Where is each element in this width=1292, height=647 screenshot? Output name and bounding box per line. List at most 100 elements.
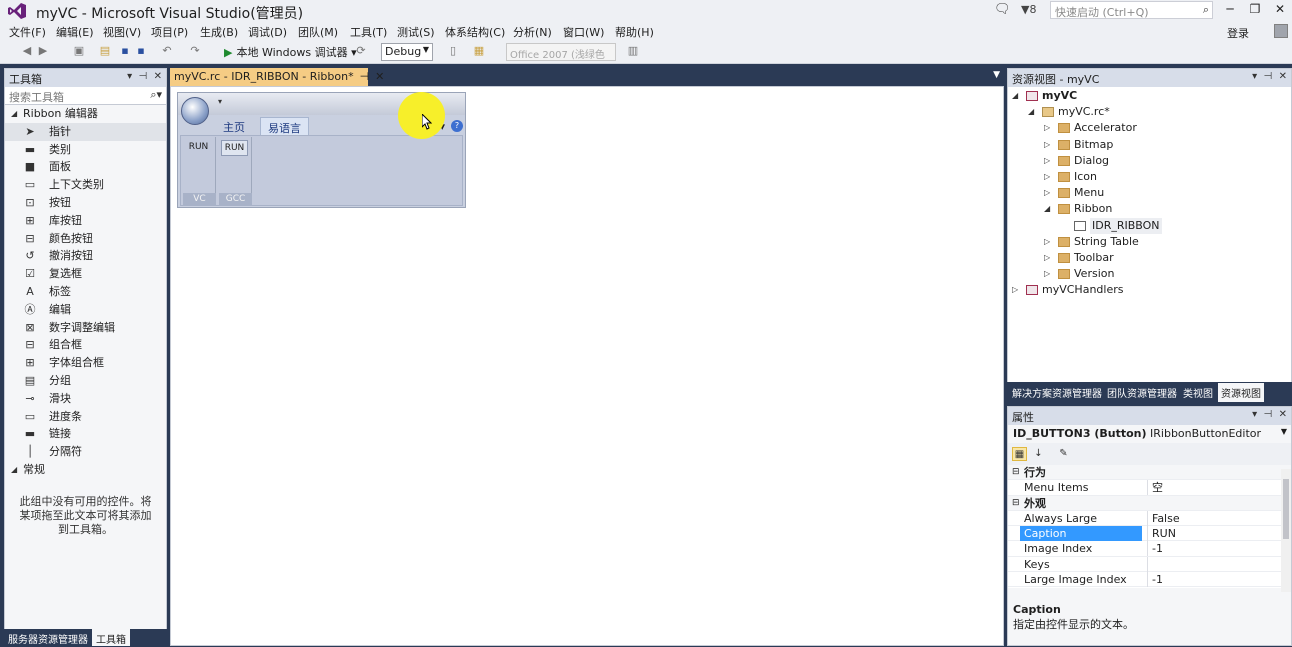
tree-node[interactable]: ▷ Bitmap — [1008, 137, 1291, 153]
undo-icon[interactable]: ↶ — [160, 44, 174, 58]
property-value[interactable]: RUN — [1147, 526, 1176, 542]
menu-edit[interactable]: 编辑(E) — [56, 24, 94, 40]
panel-controls[interactable]: ▾ ⊣ ✕ — [127, 71, 162, 82]
back-icon[interactable]: ◀ — [20, 44, 34, 58]
ribbon-panel-vc[interactable]: RUN VC — [183, 137, 216, 205]
toolbox-item[interactable]: A 标签 — [5, 283, 166, 301]
feedback-filter-badge[interactable]: ▼8 — [1021, 3, 1036, 16]
toolbox-item[interactable]: ▬ 链接 — [5, 425, 166, 443]
categorized-icon[interactable]: ▦ — [1012, 447, 1027, 461]
collapse-icon[interactable]: ⊟ — [1012, 465, 1020, 480]
ribbon-tab-home[interactable]: 主页 — [216, 117, 252, 135]
tree-node[interactable]: ▷ Menu — [1008, 185, 1291, 201]
property-value[interactable]: 空 — [1147, 480, 1163, 496]
save-all-icon[interactable]: ▪ — [134, 44, 148, 58]
document-tab-ribbon[interactable]: myVC.rc - IDR_RIBBON - Ribbon* ⊣ ✕ — [170, 68, 384, 86]
tree-node[interactable]: ▷ myVCHandlers — [1008, 282, 1291, 298]
toolbox-item[interactable]: ⊟ 颜色按钮 — [5, 230, 166, 248]
toolbox-item[interactable]: ▬ 类别 — [5, 141, 166, 159]
toolbox-item[interactable]: ⊸ 滑块 — [5, 390, 166, 408]
toolbox-item[interactable]: ▭ 上下文类别 — [5, 176, 166, 194]
tree-node[interactable]: ◢ myVC.rc* — [1008, 104, 1291, 120]
save-icon[interactable]: ▪ — [118, 44, 132, 58]
login-link[interactable]: 登录 — [1227, 25, 1249, 41]
menu-build[interactable]: 生成(B) — [200, 24, 238, 40]
tab-solution-explorer[interactable]: 解决方案资源管理器 — [1009, 383, 1105, 402]
ribbon-tab-easy-language[interactable]: 易语言 — [260, 117, 309, 135]
expand-triangle-icon[interactable]: ▷ — [1044, 137, 1050, 153]
tab-team-explorer[interactable]: 团队资源管理器 — [1104, 383, 1180, 402]
panel-controls[interactable]: ▾ ⊣ ✕ — [1252, 71, 1287, 82]
tab-toolbox[interactable]: 工具箱 — [92, 629, 130, 646]
property-row[interactable]: Keys — [1008, 556, 1291, 573]
tab-resource-view[interactable]: 资源视图 — [1218, 383, 1264, 402]
toolbox-item[interactable]: ▭ 进度条 — [5, 408, 166, 426]
property-value[interactable] — [1147, 556, 1152, 572]
forward-icon[interactable]: ▶ — [36, 44, 50, 58]
toolbox-search-input[interactable]: 搜索工具箱 ⌕▾ — [5, 87, 166, 105]
property-value[interactable]: False — [1147, 510, 1180, 526]
property-category[interactable]: ⊟ 外观 — [1008, 495, 1291, 511]
tree-node[interactable]: ▷ Version — [1008, 266, 1291, 282]
menu-tools[interactable]: 工具(T) — [350, 24, 387, 40]
pin-icon[interactable]: ⊣ — [360, 70, 370, 83]
menu-analyze[interactable]: 分析(N) — [513, 24, 552, 40]
new-project-icon[interactable]: ▣ — [72, 44, 86, 58]
redo-icon[interactable]: ↷ — [188, 44, 202, 58]
tree-node[interactable]: ◢ Ribbon — [1008, 201, 1291, 217]
alphabetical-icon[interactable]: ↓ — [1031, 447, 1046, 461]
ribbon-application-button[interactable] — [181, 97, 209, 125]
panel-controls[interactable]: ▾ ⊣ ✕ — [1252, 409, 1287, 420]
property-grid-scrollbar[interactable] — [1281, 469, 1291, 592]
toolbox-item[interactable]: ⊞ 库按钮 — [5, 212, 166, 230]
tree-node[interactable]: ▷ Toolbar — [1008, 250, 1291, 266]
toolbox-item[interactable]: ⊡ 按钮 — [5, 194, 166, 212]
property-value[interactable]: -1 — [1147, 541, 1163, 557]
find-in-files-icon[interactable]: ▯ — [446, 44, 460, 58]
ribbon-button-run-selected[interactable]: RUN — [221, 140, 248, 156]
close-tab-icon[interactable]: ✕ — [375, 70, 384, 83]
tree-node[interactable]: IDR_RIBBON — [1008, 217, 1291, 234]
toolbox-group-ribbon-editor[interactable]: ◢ Ribbon 编辑器 — [5, 105, 166, 123]
tab-server-explorer[interactable]: 服务器资源管理器 — [4, 629, 92, 646]
menu-test[interactable]: 测试(S) — [397, 24, 435, 40]
expand-triangle-icon[interactable]: ▷ — [1012, 282, 1018, 298]
toolbox-group-general[interactable]: ◢ 常规 — [5, 461, 166, 479]
close-button[interactable]: ✕ — [1267, 0, 1292, 20]
toolbox-item[interactable]: ➤ 指针 — [5, 122, 166, 141]
menu-architecture[interactable]: 体系结构(C) — [445, 24, 505, 40]
ribbon-designer-surface[interactable]: ▾ 主页 易语言 样式 ▾ ? RUN VC RUN GCC — [170, 86, 1004, 646]
expand-triangle-icon[interactable]: ▷ — [1044, 153, 1050, 169]
notification-icon[interactable]: 🗨 — [994, 2, 1011, 17]
start-debugging-button[interactable]: ▶ 本地 Windows 调试器 ▾ — [224, 44, 357, 60]
tree-node[interactable]: ▷ String Table — [1008, 234, 1291, 250]
property-value[interactable]: -1 — [1147, 572, 1163, 588]
toggle-grid-icon[interactable]: ▥ — [626, 44, 640, 58]
ribbon-style-select[interactable]: Office 2007 (浅绿色 — [506, 43, 616, 61]
tab-class-view[interactable]: 类视图 — [1180, 383, 1216, 402]
menu-help[interactable]: 帮助(H) — [615, 24, 654, 40]
open-file-icon[interactable]: ▤ — [98, 44, 112, 58]
property-category[interactable]: ⊟ 行为 — [1008, 465, 1291, 481]
ribbon-test-icon[interactable]: ▦ — [472, 44, 486, 58]
quick-launch-input[interactable]: 快速启动 (Ctrl+Q) ⌕ — [1050, 1, 1213, 19]
expand-triangle-icon[interactable]: ▷ — [1044, 185, 1050, 201]
property-row[interactable]: Caption RUN — [1008, 526, 1291, 542]
refresh-icon[interactable]: ⟳ — [354, 44, 368, 58]
tree-node[interactable]: ▷ Dialog — [1008, 153, 1291, 169]
menu-file[interactable]: 文件(F) — [9, 24, 46, 40]
toolbox-item[interactable]: │ 分隔符 — [5, 443, 166, 461]
collapse-triangle-icon[interactable]: ◢ — [1028, 104, 1034, 120]
toolbox-item[interactable]: ☑ 复选框 — [5, 265, 166, 283]
menu-project[interactable]: 项目(P) — [151, 24, 188, 40]
scrollbar-thumb[interactable] — [1283, 479, 1289, 539]
toolbox-item[interactable]: ⊠ 数字调整编辑 — [5, 319, 166, 337]
ribbon-panel-gcc[interactable]: RUN GCC — [219, 137, 252, 205]
property-pages-icon[interactable]: ✎ — [1056, 447, 1071, 461]
restore-button[interactable]: ❐ — [1242, 0, 1268, 20]
menu-window[interactable]: 窗口(W) — [563, 24, 604, 40]
document-list-dropdown-icon[interactable]: ▼ — [993, 70, 1000, 80]
property-row[interactable]: Always Large False — [1008, 510, 1291, 527]
expand-triangle-icon[interactable]: ▷ — [1044, 250, 1050, 266]
expand-triangle-icon[interactable]: ▷ — [1044, 234, 1050, 250]
